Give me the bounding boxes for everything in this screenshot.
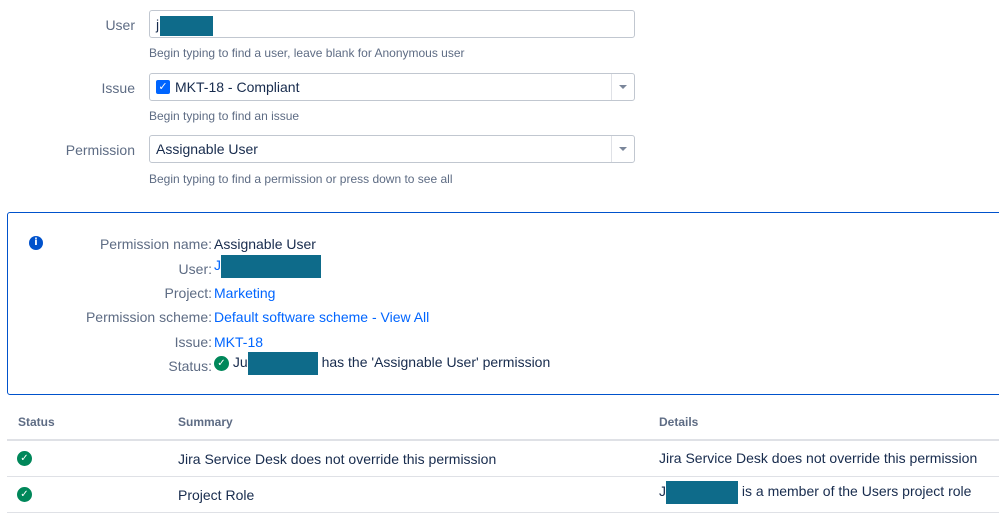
- permission-scheme-link[interactable]: Default software scheme - View All: [214, 309, 429, 325]
- redacted-block: [666, 481, 738, 504]
- issue-help-text: Begin typing to find an issue: [149, 109, 300, 123]
- permission-help-text: Begin typing to find a permission or pre…: [149, 172, 453, 186]
- check-circle-icon: ✓: [17, 486, 32, 502]
- column-header-details: Details: [659, 415, 699, 429]
- issue-type-checkbox-icon: ✓: [156, 80, 170, 94]
- issue-select-value: MKT-18 - Compliant: [175, 79, 300, 95]
- status-label: Status:: [168, 358, 212, 374]
- row-details: J is a member of the Users project role: [659, 481, 971, 504]
- permission-name-label: Permission name:: [99, 236, 212, 252]
- row-summary: Jira Service Desk does not override this…: [178, 451, 497, 467]
- row-divider: [7, 476, 999, 477]
- row-divider: [7, 512, 999, 513]
- check-circle-icon: ✓: [17, 450, 32, 466]
- permission-select[interactable]: Assignable User: [149, 135, 635, 163]
- project-label: Project:: [164, 285, 212, 301]
- redacted-block: [221, 255, 321, 278]
- issue-result-link[interactable]: MKT-18: [214, 334, 263, 350]
- project-link[interactable]: Marketing: [214, 285, 275, 301]
- permission-scheme-label: Permission scheme:: [85, 309, 212, 325]
- issue-select[interactable]: ✓ MKT-18 - Compliant: [149, 73, 635, 101]
- issue-result-label: Issue:: [174, 334, 212, 350]
- user-result-label: User:: [178, 261, 212, 277]
- row-summary: Project Role: [178, 487, 255, 503]
- user-help-text: Begin typing to find a user, leave blank…: [149, 46, 465, 60]
- row-details: Jira Service Desk does not override this…: [659, 450, 978, 466]
- check-circle-icon: ✓: [214, 356, 229, 371]
- issue-dropdown-button[interactable]: [611, 74, 634, 100]
- redacted-block: [247, 352, 318, 375]
- permission-label: Permission: [65, 142, 135, 158]
- permission-name-value: Assignable User: [214, 236, 316, 252]
- user-label: User: [105, 17, 135, 33]
- user-input[interactable]: j: [149, 10, 635, 38]
- permission-select-value: Assignable User: [156, 141, 258, 157]
- chevron-down-icon: [619, 85, 627, 89]
- issue-label: Issue: [101, 80, 135, 96]
- chevron-down-icon: [619, 147, 627, 151]
- permission-dropdown-button[interactable]: [611, 136, 634, 162]
- column-header-summary: Summary: [178, 415, 233, 429]
- info-icon: i: [29, 236, 43, 250]
- redacted-block: [160, 16, 214, 36]
- user-input-value: j: [156, 16, 214, 36]
- column-header-status: Status: [18, 415, 55, 429]
- permission-result-panel: i Permission name: Assignable User User:…: [7, 212, 999, 395]
- user-result-link[interactable]: J: [214, 255, 321, 278]
- status-value: ✓ Ju has the 'Assignable User' permissio…: [214, 352, 550, 375]
- table-header-divider: [7, 439, 999, 441]
